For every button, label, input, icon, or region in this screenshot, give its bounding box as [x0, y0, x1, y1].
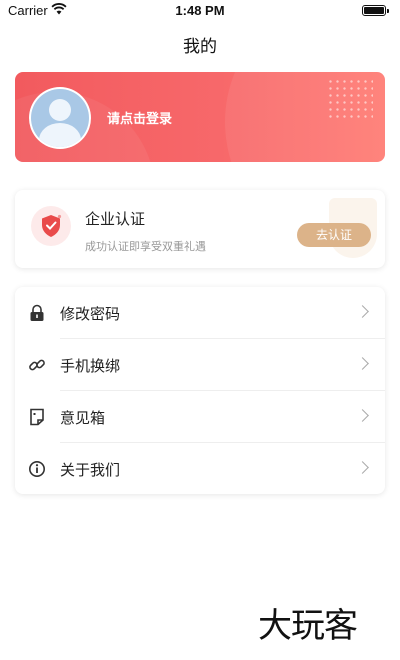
menu-item-change-phone[interactable]: 手机换绑: [15, 339, 385, 391]
certification-card: 企业认证 成功认证即享受双重礼遇 去认证: [15, 190, 385, 268]
info-icon: [29, 461, 45, 477]
certification-subtitle: 成功认证即享受双重礼遇: [85, 240, 206, 253]
certification-title: 企业认证: [85, 210, 146, 228]
chevron-right-icon: [356, 461, 369, 474]
feedback-icon: [30, 408, 44, 426]
status-bar: Carrier 1:48 PM: [0, 0, 400, 22]
decoration-dots: [327, 78, 373, 118]
avatar[interactable]: [29, 87, 91, 149]
watermark-logo: 大玩客: [258, 606, 358, 646]
menu-item-label: 意见箱: [60, 409, 106, 427]
login-prompt[interactable]: 请点击登录: [107, 108, 172, 127]
chevron-right-icon: [356, 305, 369, 318]
battery-icon: [362, 5, 389, 16]
login-card[interactable]: 请点击登录: [15, 72, 385, 162]
menu-item-label: 手机换绑: [60, 357, 121, 375]
settings-menu: 修改密码 手机换绑 意见箱 关于我们: [15, 287, 385, 494]
menu-item-feedback[interactable]: 意见箱: [15, 391, 385, 443]
shield-icon: [42, 214, 62, 237]
link-icon: [29, 359, 45, 371]
menu-item-label: 修改密码: [60, 305, 121, 323]
lock-icon: [30, 304, 44, 321]
menu-item-label: 关于我们: [60, 461, 121, 479]
menu-item-change-password[interactable]: 修改密码: [15, 287, 385, 339]
chevron-right-icon: [356, 357, 369, 370]
clock: 1:48 PM: [175, 3, 225, 18]
menu-item-about-us[interactable]: 关于我们: [15, 443, 385, 495]
certification-icon: [31, 206, 71, 246]
page-title: 我的: [183, 37, 217, 57]
chevron-right-icon: [356, 409, 369, 422]
default-avatar-icon: [31, 89, 89, 147]
certify-button[interactable]: 去认证: [297, 223, 371, 247]
